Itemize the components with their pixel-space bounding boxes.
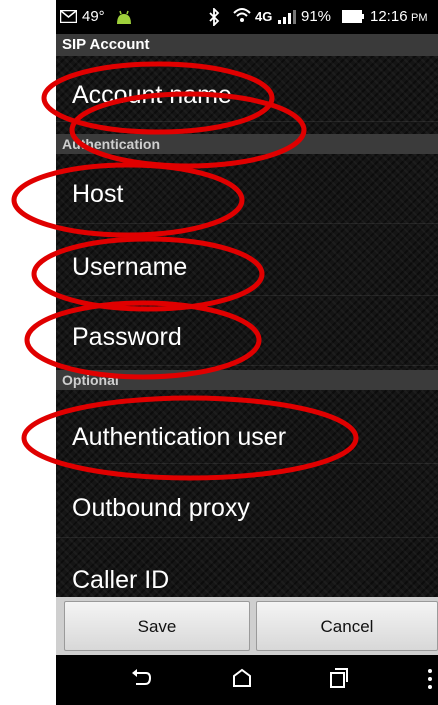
authentication-user-label: Authentication user — [72, 423, 287, 451]
host-row[interactable]: Host — [56, 154, 438, 224]
status-bar: 49° 4G 91% 12:16 PM — [56, 0, 438, 34]
outbound-proxy-row[interactable]: Outbound proxy — [56, 466, 438, 538]
bluetooth-icon — [209, 8, 220, 26]
email-icon — [60, 10, 77, 23]
cancel-button[interactable]: Cancel — [256, 601, 438, 651]
outbound-proxy-label: Outbound proxy — [72, 494, 250, 522]
navigation-bar — [56, 655, 438, 705]
caller-id-row[interactable]: Caller ID — [56, 538, 438, 597]
phone-screen: 49° 4G 91% 12:16 PM SIP Account Account … — [56, 0, 438, 705]
recents-icon[interactable] — [329, 667, 349, 691]
caller-id-label: Caller ID — [72, 566, 170, 594]
username-label: Username — [72, 253, 188, 281]
temperature-text: 49° — [82, 8, 105, 25]
authentication-section-header: Authentication — [56, 134, 438, 154]
account-name-row[interactable]: Account name — [56, 56, 438, 122]
network-type-text: 4G — [255, 9, 273, 24]
home-icon[interactable] — [232, 667, 252, 691]
menu-icon[interactable] — [427, 667, 433, 691]
password-label: Password — [72, 323, 182, 351]
android-icon — [117, 10, 131, 24]
save-button[interactable]: Save — [64, 601, 250, 651]
signal-icon — [278, 10, 296, 24]
username-row[interactable]: Username — [56, 226, 438, 296]
password-row[interactable]: Password — [56, 296, 438, 366]
back-icon[interactable] — [130, 667, 152, 691]
button-bar: Save Cancel — [56, 597, 438, 655]
optional-section-header: Optional — [56, 370, 438, 390]
clock-suffix-text: PM — [411, 12, 428, 24]
battery-icon — [342, 10, 364, 23]
host-label: Host — [72, 180, 124, 208]
clock-text: 12:16 — [370, 8, 408, 25]
wifi-icon — [233, 8, 251, 22]
account-name-label: Account name — [72, 81, 232, 109]
authentication-user-row[interactable]: Authentication user — [56, 392, 438, 464]
screen-title: SIP Account — [56, 34, 438, 56]
battery-percent-text: 91% — [301, 8, 332, 25]
